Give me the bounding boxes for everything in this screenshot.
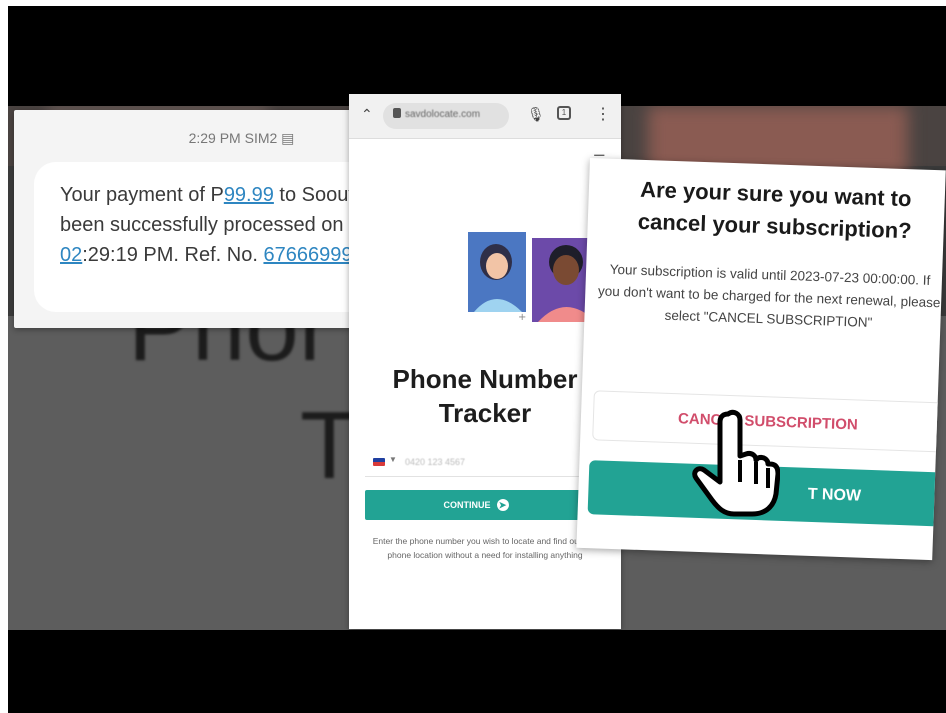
dialog-body: Your subscription is valid until 2023-07… [597, 261, 941, 330]
hand-cursor-icon [692, 409, 780, 517]
tabs-icon[interactable]: 1 [557, 106, 571, 120]
lock-icon [393, 108, 401, 118]
continue-label: CONTINUE [443, 500, 491, 510]
more-menu-icon[interactable]: ⋮ [595, 104, 611, 124]
sms-text-part: Your payment of P [60, 184, 224, 206]
dialog-title: Are your sure you want to cancel your su… [637, 176, 913, 244]
help-text: Enter the phone number you wish to locat… [372, 536, 598, 560]
home-icon[interactable]: ⌃ [361, 106, 373, 123]
mic-icon[interactable]: 🎙 [527, 106, 545, 123]
continue-button[interactable]: CONTINUE ➤ [365, 490, 587, 520]
avatar-illustration: + [468, 232, 598, 323]
flag-icon[interactable] [373, 458, 385, 466]
chevron-down-icon[interactable]: ▼ [389, 455, 397, 464]
man-face [553, 255, 579, 285]
amount-link[interactable]: 99.99 [224, 184, 274, 206]
browser-url-bar: ⌃ savdolocate.com 🎙 1 ⋮ [349, 94, 621, 139]
arrow-right-icon: ➤ [496, 499, 509, 511]
phone-number-input[interactable]: ▼ 0420 123 4567 [365, 446, 590, 477]
keep-button-label: T NOW [807, 485, 862, 505]
phone-tracker-screen: ⌃ savdolocate.com 🎙 1 ⋮ ☰ Phone Number T… [349, 94, 621, 629]
sms-text-part: :29:19 PM. Ref. No. [82, 244, 264, 266]
sim-icon: ▤ [281, 130, 295, 146]
plus-icon: + [518, 312, 526, 323]
url-text: savdolocate.com [405, 109, 481, 120]
sms-time-text: 2:29 PM SIM2 [188, 130, 278, 146]
phone-input-placeholder: 0420 123 4567 [405, 457, 466, 467]
woman-face [486, 253, 508, 279]
